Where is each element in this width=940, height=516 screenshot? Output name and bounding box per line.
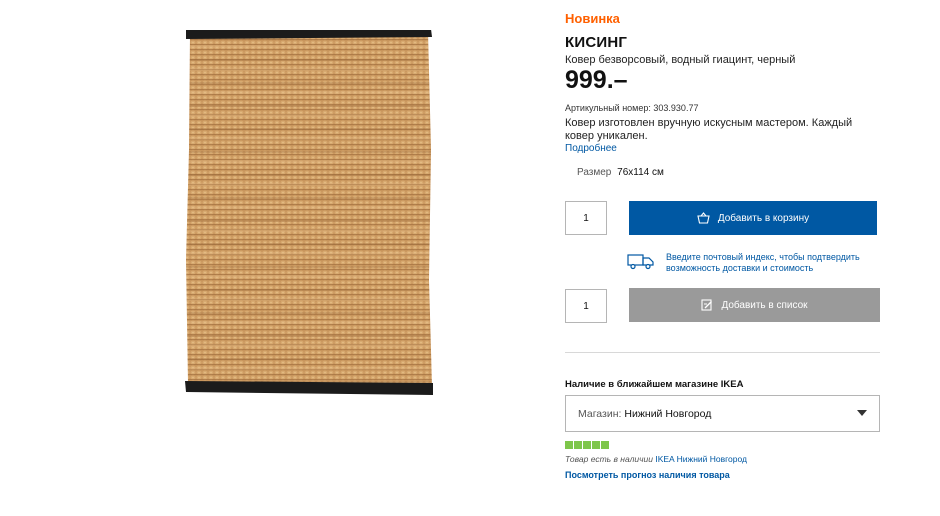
stock-forecast-link[interactable]: Посмотреть прогноз наличия товара — [565, 470, 730, 480]
size-label: Размер — [577, 167, 612, 178]
delivery-text: Введите почтовый индекс, чтобы подтверди… — [666, 252, 860, 273]
add-to-cart-label: Добавить в корзину — [717, 212, 810, 224]
stock-level-segment — [565, 441, 573, 449]
add-to-list-button[interactable]: Добавить в список — [629, 288, 880, 322]
caret-down-icon — [857, 410, 867, 416]
new-badge: Новинка — [565, 11, 620, 26]
more-info-link[interactable]: Подробнее — [565, 143, 617, 154]
stock-level-segment — [574, 441, 582, 449]
cart-quantity-input[interactable]: 1 — [565, 201, 607, 235]
add-to-list-label: Добавить в список — [721, 299, 808, 311]
product-about: Ковер изготовлен вручную искусным мастер… — [565, 117, 853, 142]
list-quantity-input[interactable]: 1 — [565, 289, 607, 323]
product-description: Ковер безворсовый, водный гиацинт, черны… — [565, 54, 796, 66]
divider — [565, 352, 880, 353]
delivery-info[interactable]: Введите почтовый индекс, чтобы подтверди… — [627, 252, 877, 274]
store-select[interactable]: Магазин: Нижний Новгород — [565, 395, 880, 432]
stock-store-link[interactable]: IKEA Нижний Новгород — [655, 454, 747, 464]
product-name: КИСИНГ — [565, 34, 628, 51]
shopping-list-icon — [701, 299, 713, 311]
size-row: Размер 76х114 см — [577, 167, 664, 178]
article-label: Артикульный номер: — [565, 103, 651, 113]
stock-level-segment — [583, 441, 591, 449]
stock-level-indicator — [565, 441, 609, 449]
product-price: 999.– — [565, 66, 628, 94]
product-image[interactable] — [184, 30, 434, 395]
add-to-cart-button[interactable]: Добавить в корзину — [629, 201, 877, 235]
truck-icon — [627, 254, 654, 270]
stock-status-text: Товар есть в наличии — [565, 454, 653, 464]
stock-level-segment — [592, 441, 600, 449]
article-number: Артикульный номер: 303.930.77 — [565, 103, 698, 113]
store-select-value: Нижний Новгород — [624, 407, 712, 420]
store-availability-heading: Наличие в ближайшем магазине IKEA — [565, 379, 744, 390]
size-value: 76х114 см — [617, 167, 664, 178]
article-value: 303.930.77 — [653, 103, 699, 113]
stock-level-segment — [601, 441, 609, 449]
store-select-prefix: Магазин: — [578, 407, 622, 420]
stock-status: Товар есть в наличии IKEA Нижний Новгоро… — [565, 454, 747, 464]
shopping-bag-icon — [697, 212, 710, 224]
